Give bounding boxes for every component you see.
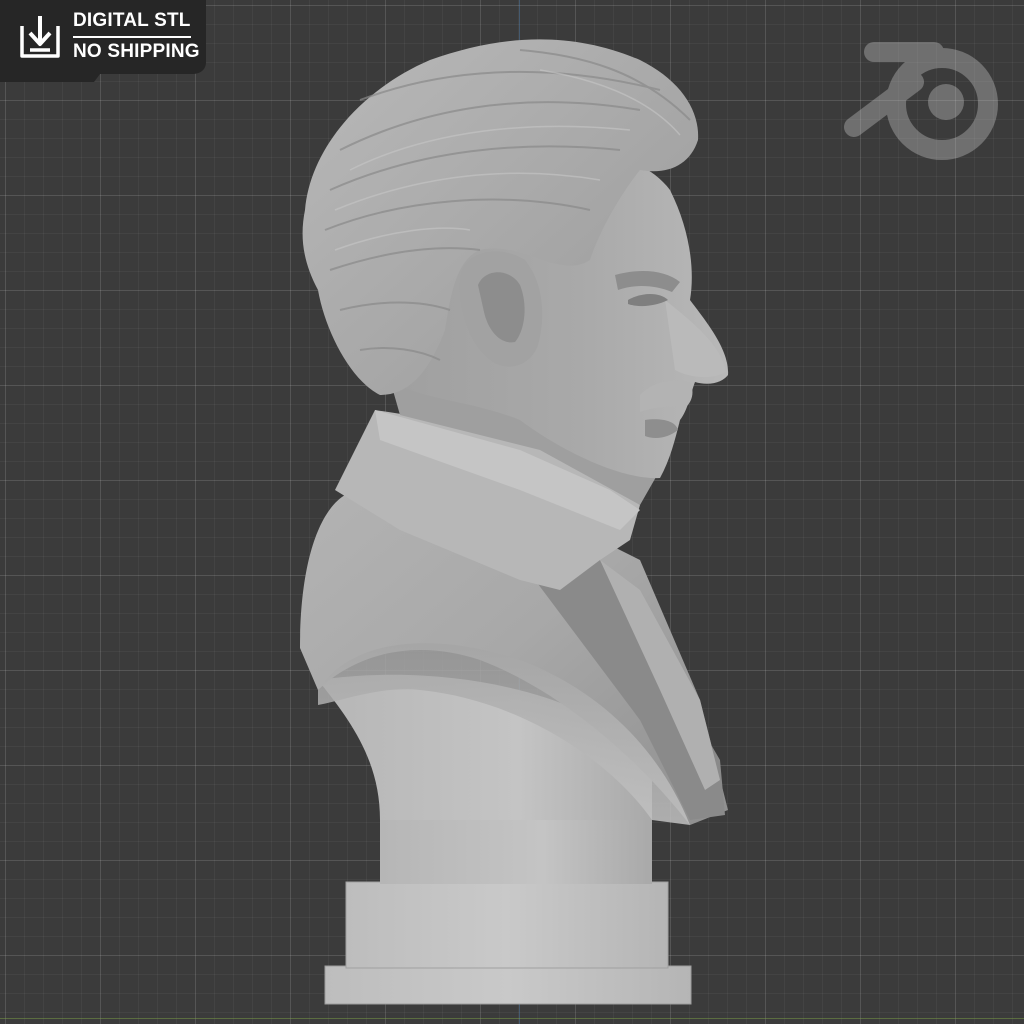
badge-divider <box>73 36 191 38</box>
badge-title: DIGITAL STL <box>73 10 191 31</box>
3d-viewport[interactable]: DIGITAL STL NO SHIPPING <box>0 0 1024 1024</box>
blender-logo-icon <box>844 42 998 160</box>
download-icon <box>20 16 60 58</box>
badge-subtitle: NO SHIPPING <box>73 41 200 62</box>
digital-stl-badge: DIGITAL STL NO SHIPPING <box>0 0 208 90</box>
